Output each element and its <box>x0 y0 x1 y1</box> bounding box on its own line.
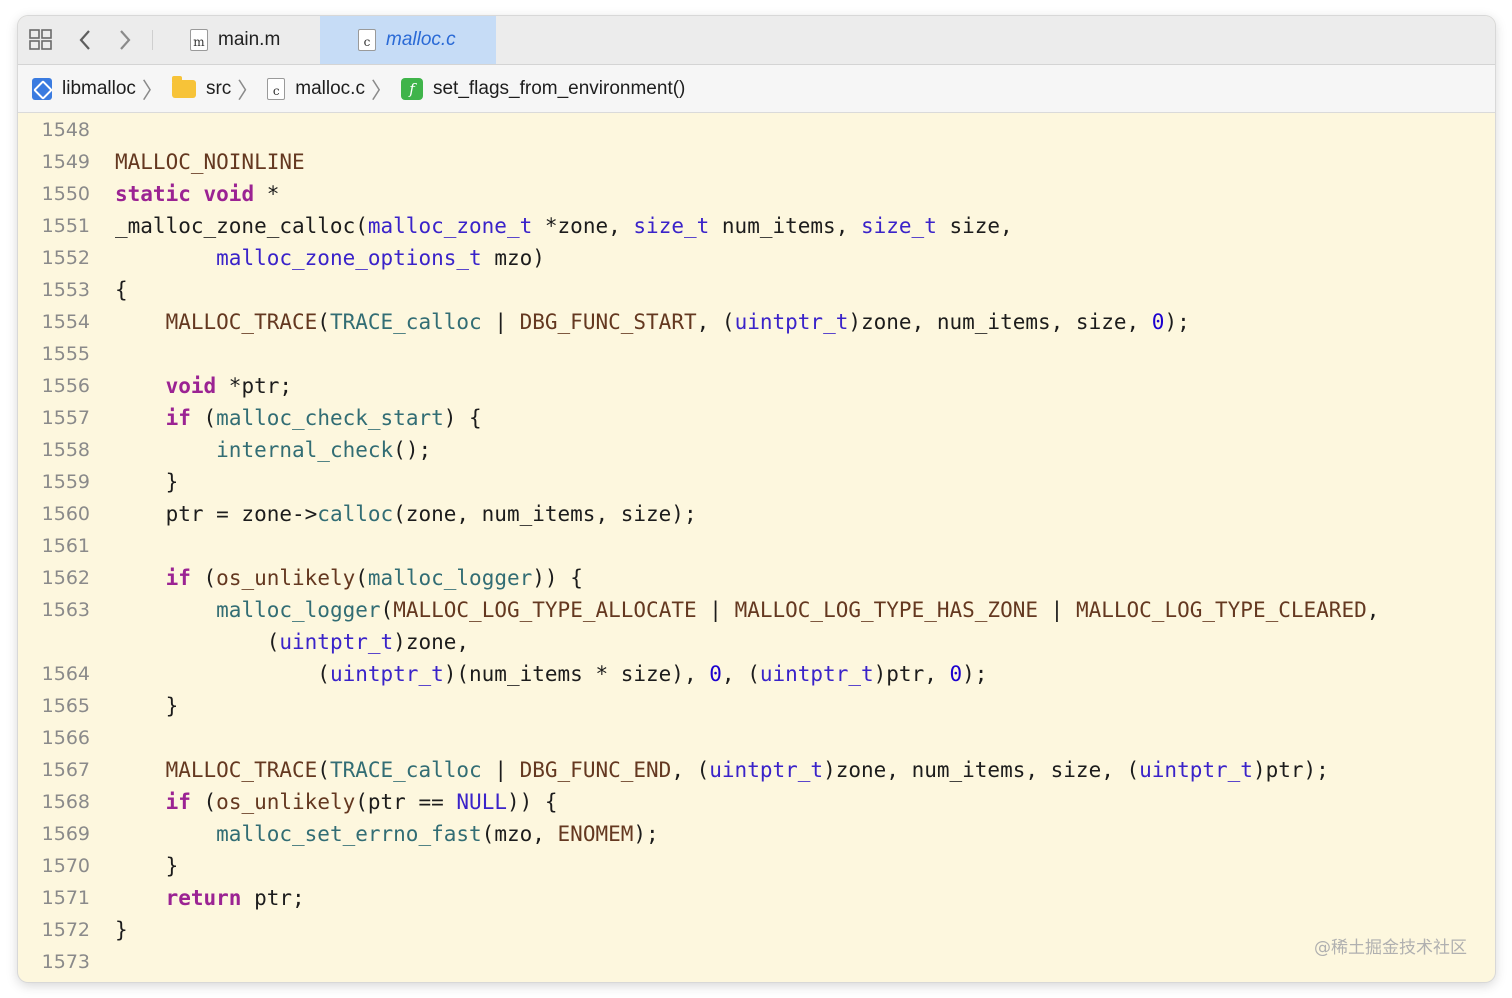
code-editor[interactable]: 1548 1549 MALLOC_NOINLINE 1550 static void… <box>18 114 1495 982</box>
line-number: 1554 <box>41 311 90 333</box>
code-line: MALLOC_NOINLINE <box>115 150 305 174</box>
project-icon <box>32 77 52 100</box>
line-number: 1560 <box>41 503 90 525</box>
code-line: _malloc_zone_calloc(malloc_zone_t *zone,… <box>115 214 1013 238</box>
line-number: 1566 <box>41 727 90 749</box>
breadcrumb: libmalloc 〉 src 〉 c malloc.c 〉 f set_fla… <box>18 65 1495 113</box>
code-line: if (os_unlikely(ptr == NULL)) { <box>165 790 558 814</box>
breadcrumb-label: malloc.c <box>295 77 365 99</box>
tab-malloc-c[interactable]: c malloc.c <box>320 16 496 64</box>
code-line: return ptr; <box>165 886 305 910</box>
breadcrumb-label: src <box>205 77 232 99</box>
line-number: 1558 <box>41 439 90 461</box>
line-number: 1555 <box>41 343 90 365</box>
line-number: 1569 <box>41 823 90 845</box>
tab-label: main.m <box>218 29 281 50</box>
code-line: } <box>115 918 128 942</box>
code-line: internal_check(); <box>216 438 432 462</box>
line-number: 1548 <box>41 119 90 141</box>
line-number: 1557 <box>41 407 90 429</box>
forward-chevron-icon[interactable] <box>114 16 136 64</box>
toolbar-divider <box>152 30 153 50</box>
code-line: (uintptr_t)zone, <box>115 630 470 654</box>
code-line: } <box>115 470 179 494</box>
line-number: 1553 <box>41 279 90 301</box>
line-number: 1567 <box>41 759 90 781</box>
line-number: 1572 <box>41 919 90 941</box>
code-line: } <box>115 854 179 878</box>
c-file-icon: c <box>267 77 286 100</box>
chevron-right-icon: 〉 <box>237 77 260 103</box>
code-line: malloc_set_errno_fast(mzo, ENOMEM); <box>216 822 659 846</box>
line-number: 1561 <box>41 535 90 557</box>
line-number: 1570 <box>41 855 90 877</box>
line-number: 1562 <box>41 567 90 589</box>
tab-bar: m main.m c malloc.c <box>18 16 1495 65</box>
code-line: malloc_zone_options_t mzo) <box>216 246 545 270</box>
code-line: } <box>115 694 179 718</box>
chevron-right-icon: 〉 <box>141 77 164 103</box>
xcode-window: m main.m c malloc.c libmalloc 〉 src 〉 c … <box>18 16 1495 982</box>
line-number: 1550 <box>41 183 90 205</box>
code-line: ptr = zone->calloc(zone, num_items, size… <box>115 502 697 526</box>
code-line: (uintptr_t)(num_items * size), 0, (uintp… <box>115 662 988 686</box>
line-number: 1563 <box>41 599 90 621</box>
code-line: { <box>115 278 128 302</box>
line-number: 1549 <box>41 151 90 173</box>
breadcrumb-folder[interactable]: src <box>171 75 232 100</box>
line-number: 1552 <box>41 247 90 269</box>
objc-file-icon: m <box>190 29 208 51</box>
line-number: 1571 <box>41 887 90 909</box>
breadcrumb-function[interactable]: f set_flags_from_environment() <box>400 77 686 100</box>
tab-label: malloc.c <box>386 29 456 50</box>
breadcrumb-file[interactable]: c malloc.c <box>267 77 365 100</box>
line-number: 1573 <box>41 951 90 973</box>
line-number: 1564 <box>41 663 90 685</box>
related-items-grid-icon[interactable] <box>28 16 54 64</box>
function-icon: f <box>400 77 423 100</box>
back-chevron-icon[interactable] <box>74 16 96 64</box>
tab-main-m[interactable]: m main.m <box>168 16 320 64</box>
code-line: if (malloc_check_start) { <box>165 406 482 430</box>
c-file-icon: c <box>358 29 376 51</box>
breadcrumb-label: libmalloc <box>62 77 136 99</box>
breadcrumb-label: set_flags_from_environment() <box>432 77 686 99</box>
line-number: 1565 <box>41 695 90 717</box>
code-line: void *ptr; <box>165 374 293 398</box>
code-line: static void * <box>115 182 280 206</box>
code-line: if (os_unlikely(malloc_logger)) { <box>165 566 583 590</box>
line-number: 1551 <box>41 215 90 237</box>
folder-icon <box>171 75 196 98</box>
breadcrumb-project[interactable]: libmalloc <box>32 77 136 100</box>
line-number: 1568 <box>41 791 90 813</box>
code-line: MALLOC_TRACE(TRACE_calloc | DBG_FUNC_STA… <box>165 310 1190 334</box>
chevron-right-icon: 〉 <box>370 77 393 103</box>
watermark: @稀土掘金技术社区 <box>1314 938 1467 958</box>
code-line: MALLOC_TRACE(TRACE_calloc | DBG_FUNC_END… <box>165 758 1329 782</box>
line-number: 1556 <box>41 375 90 397</box>
line-number: 1559 <box>41 471 90 493</box>
code-line: malloc_logger(MALLOC_LOG_TYPE_ALLOCATE |… <box>216 598 1380 622</box>
